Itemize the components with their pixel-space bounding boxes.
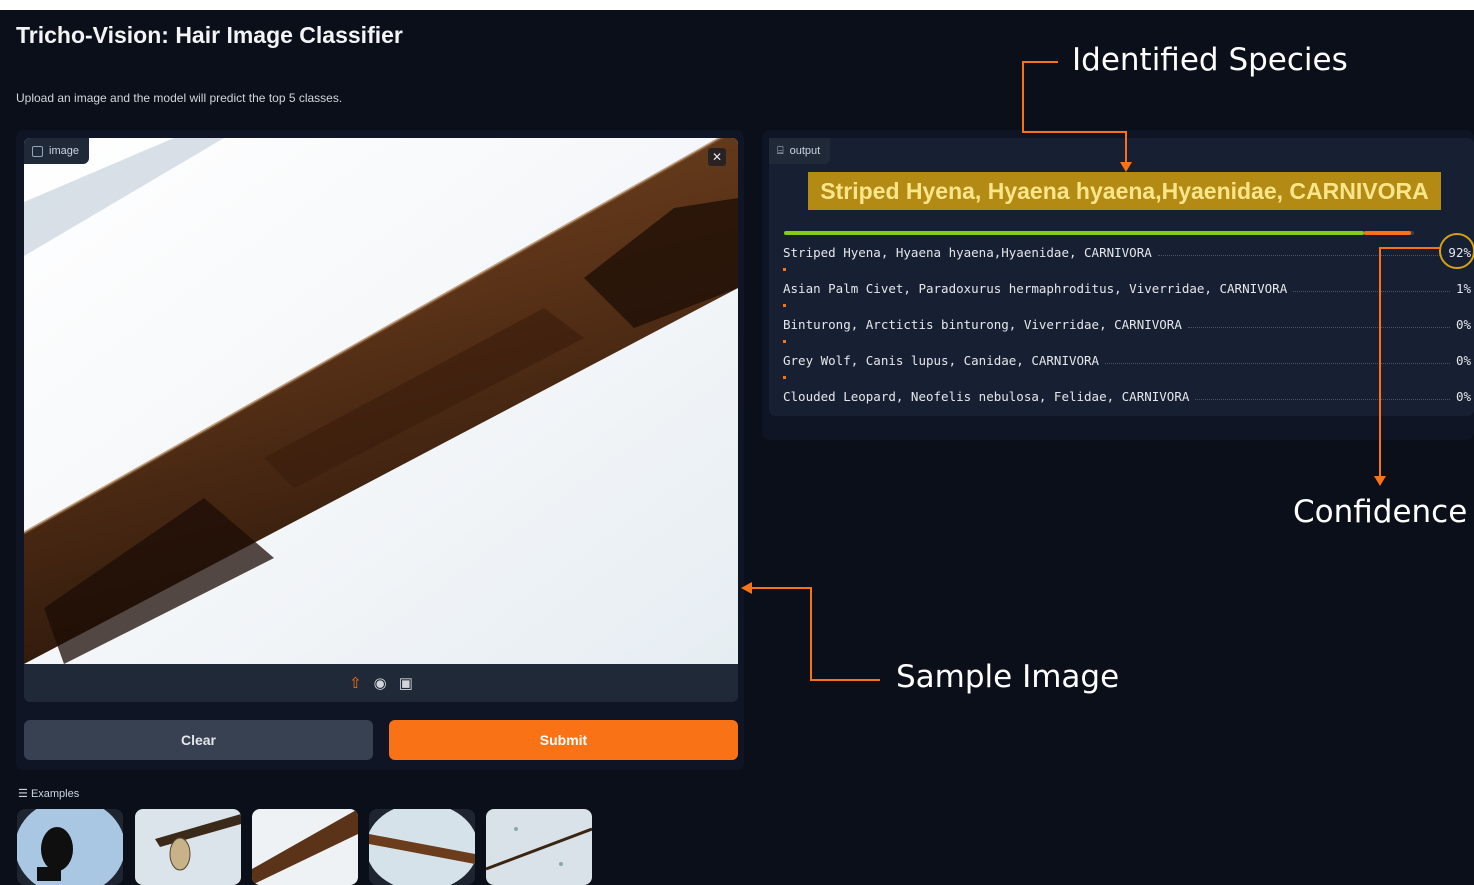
- sample-image-arrow: [752, 587, 880, 681]
- confidence-arrow: [1379, 247, 1440, 478]
- identified-species-annotation: Identified Species: [1072, 42, 1348, 78]
- sample-image-annotation: Sample Image: [896, 659, 1120, 695]
- confidence-annotation: Confidence: [1293, 494, 1468, 530]
- annotation-overlay: [741, 61, 1474, 681]
- confidence-highlight-circle: [1439, 233, 1474, 269]
